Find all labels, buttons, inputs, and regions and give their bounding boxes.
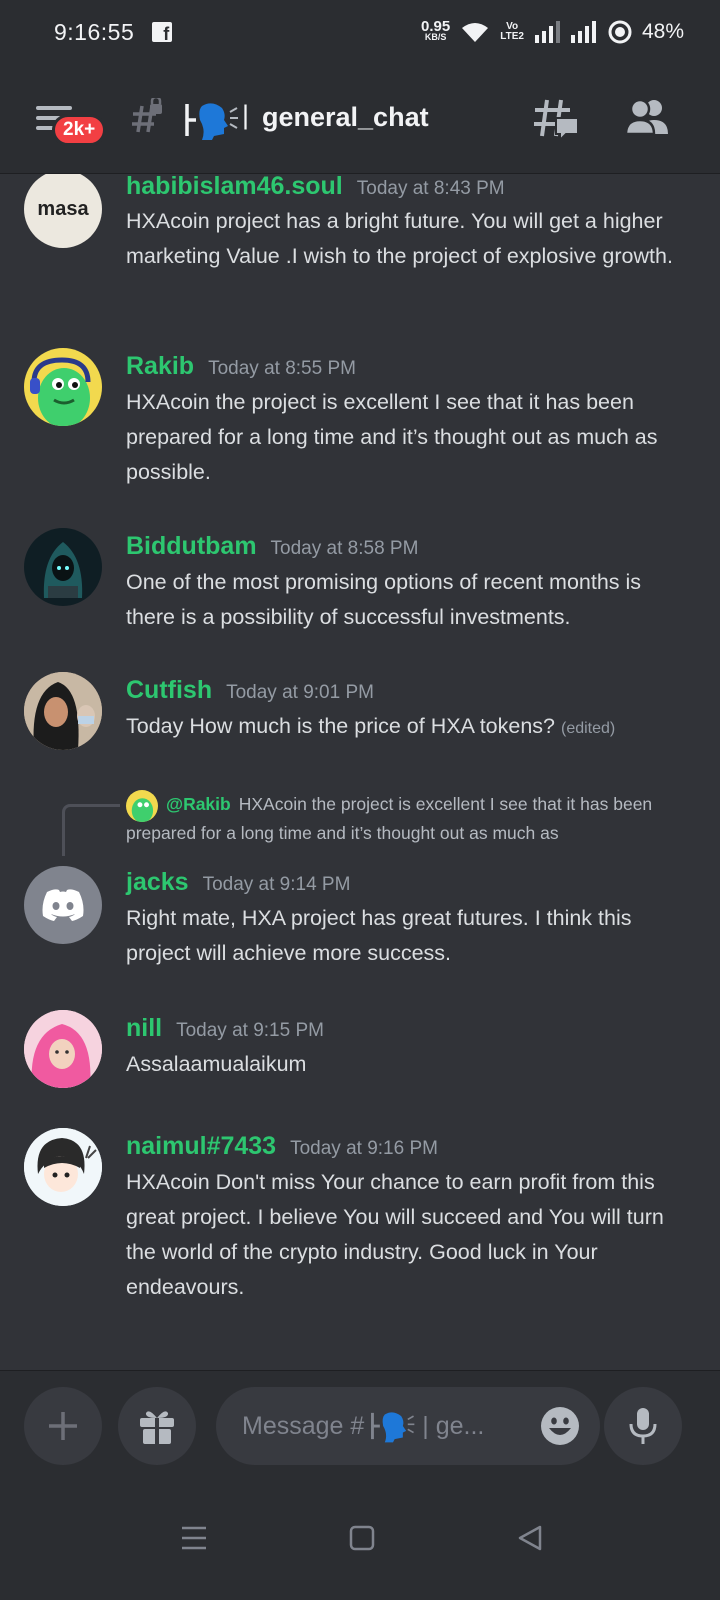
message-input[interactable]: Message # | ge... xyxy=(216,1387,600,1465)
status-bar: 9:16:55 f 0.95 KB/S Vo LTE2 48% xyxy=(0,0,720,64)
reply-mention[interactable]: @Rakib xyxy=(166,794,231,814)
username[interactable]: habibislam46.soul Today at 8:43 PM xyxy=(126,174,505,201)
nav-back-icon[interactable] xyxy=(516,1524,544,1552)
avatar[interactable] xyxy=(24,672,102,750)
message-text: One of the most promising options of rec… xyxy=(126,570,642,629)
channel-name[interactable]: general_chat xyxy=(262,102,429,133)
speed-value: 0.95 xyxy=(421,18,451,35)
speaking-head-icon xyxy=(371,1412,415,1443)
volte-indicator: Vo LTE2 xyxy=(500,21,524,42)
message-text: HXAcoin project has a bright future. You… xyxy=(126,209,673,268)
voice-message-button[interactable] xyxy=(604,1387,682,1465)
battery-icon xyxy=(608,20,632,44)
edited-label: (edited) xyxy=(561,720,616,737)
locked-hash-icon xyxy=(132,98,162,133)
speed-unit: KB/S xyxy=(424,32,447,42)
gift-icon xyxy=(140,1411,174,1444)
channel-header: 2k+ | general_chat xyxy=(0,64,720,174)
message-text: Assalaamualaikum xyxy=(126,1052,307,1076)
message-text: Right mate, HXA project has great future… xyxy=(126,906,632,965)
attach-button[interactable] xyxy=(24,1387,102,1465)
avatar-image xyxy=(24,1128,102,1206)
nav-home-icon[interactable] xyxy=(348,1524,376,1552)
signal-icon xyxy=(570,21,596,43)
message-text: HXAcoin Don't miss Your chance to earn p… xyxy=(126,1170,664,1299)
mic-icon xyxy=(629,1408,657,1444)
status-time: 9:16:55 xyxy=(54,18,135,45)
system-nav-bar xyxy=(0,1488,720,1600)
reply-connector xyxy=(62,804,120,856)
emoji-icon[interactable] xyxy=(540,1406,580,1446)
timestamp: Today at 9:16 PM xyxy=(290,1138,438,1159)
notification-badge: 2k+ xyxy=(52,114,107,146)
gift-button[interactable] xyxy=(118,1387,196,1465)
avatar[interactable] xyxy=(24,1128,102,1206)
timestamp: Today at 9:01 PM xyxy=(226,682,374,703)
wifi-icon xyxy=(462,23,489,42)
message-text: HXAcoin the project is excellent I see t… xyxy=(126,390,658,484)
threads-icon[interactable] xyxy=(532,96,580,142)
plus-icon xyxy=(49,1412,77,1440)
menu-button[interactable]: 2k+ xyxy=(36,100,107,148)
signal-icon xyxy=(534,21,560,43)
network-speed: 0.95 KB/S xyxy=(421,18,451,43)
message-list[interactable]: masa habibislam46.soul Today at 8:43 PM H… xyxy=(0,174,720,1370)
username[interactable]: Cutfish Today at 9:01 PM xyxy=(126,676,374,705)
username[interactable]: naimul#7433 Today at 9:16 PM xyxy=(126,1132,438,1161)
discord-logo-icon xyxy=(42,889,84,921)
avatar[interactable] xyxy=(24,528,102,606)
username[interactable]: jacks Today at 9:14 PM xyxy=(126,868,350,897)
avatar[interactable] xyxy=(24,348,102,426)
timestamp: Today at 8:55 PM xyxy=(208,358,356,379)
message-composer: Message # | ge... xyxy=(0,1370,720,1488)
members-icon[interactable] xyxy=(624,98,670,136)
timestamp: Today at 8:58 PM xyxy=(270,538,419,559)
message-text: Today How much is the price of HXA token… xyxy=(126,714,616,738)
timestamp: Today at 9:14 PM xyxy=(202,874,351,895)
avatar[interactable] xyxy=(24,1010,102,1088)
username[interactable]: Biddutbam Today at 8:58 PM xyxy=(126,532,418,561)
channel-divider: | xyxy=(242,100,250,130)
username[interactable]: nill Today at 9:15 PM xyxy=(126,1014,324,1043)
message-placeholder: Message # | ge... xyxy=(242,1409,484,1443)
timestamp: Today at 8:43 PM xyxy=(356,178,505,199)
avatar[interactable] xyxy=(24,866,102,944)
avatar-logo-text: masa xyxy=(37,197,89,220)
nav-menu-icon[interactable] xyxy=(180,1524,208,1552)
avatar-image xyxy=(43,542,83,598)
timestamp: Today at 9:15 PM xyxy=(176,1020,324,1041)
avatar-image xyxy=(24,672,102,750)
reply-preview[interactable]: @Rakib HXAcoin the project is excellent I… xyxy=(126,790,691,848)
username[interactable]: Rakib Today at 8:55 PM xyxy=(126,352,356,381)
facebook-icon: f xyxy=(152,22,173,43)
avatar[interactable]: masa xyxy=(24,174,102,248)
avatar-image xyxy=(24,1010,102,1088)
avatar-image xyxy=(30,357,91,426)
battery-percent: 48% xyxy=(641,20,684,43)
speaking-head-icon xyxy=(185,103,238,140)
